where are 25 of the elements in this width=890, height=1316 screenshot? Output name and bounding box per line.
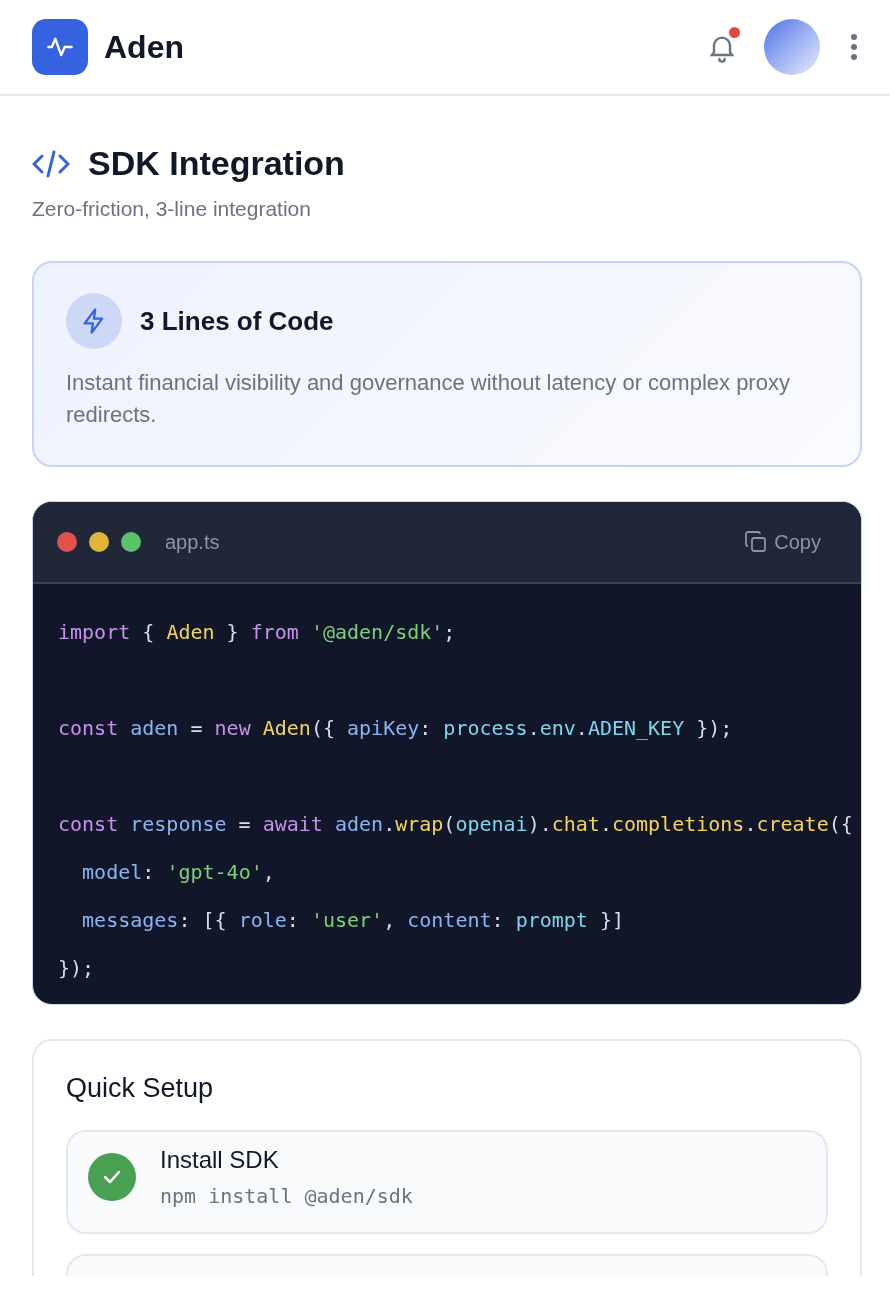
copy-icon xyxy=(744,530,769,554)
avatar[interactable] xyxy=(764,19,820,75)
code-line: import { Aden } from '@aden/sdk'; xyxy=(58,619,457,646)
feature-title: 3 Lines of Code xyxy=(140,305,334,337)
maximize-dot-icon xyxy=(121,532,141,552)
copy-button[interactable]: Copy xyxy=(744,530,821,554)
close-dot-icon xyxy=(57,532,77,552)
section-title: SDK Integration xyxy=(88,144,345,183)
step-command: npm install @aden/sdk xyxy=(160,1184,413,1208)
code-icon xyxy=(32,148,70,179)
code-line: }); xyxy=(58,955,96,982)
app-logo-icon xyxy=(32,19,88,75)
section-subtitle: Zero-friction, 3-line integration xyxy=(32,197,312,221)
step-title: Install SDK xyxy=(160,1146,280,1174)
file-name: app.ts xyxy=(165,530,221,554)
app-name: Aden xyxy=(104,28,185,66)
setup-title: Quick Setup xyxy=(66,1073,215,1104)
code-line: const response = await aden.wrap(openai).chat.completions.create({ xyxy=(58,811,854,838)
code-line: model: 'gpt-4o', xyxy=(81,859,276,886)
feature-description: Instant financial visibility and governance without latency or complex proxy redirects. xyxy=(66,369,791,429)
lightning-icon xyxy=(66,293,122,349)
code-line: messages: [{ role: 'user', content: prompt }] xyxy=(81,907,625,934)
minimize-dot-icon xyxy=(89,532,109,552)
code-line: const aden = new Aden({ apiKey: process.env.ADEN_KEY }); xyxy=(58,715,734,742)
more-menu-icon[interactable] xyxy=(850,33,858,61)
